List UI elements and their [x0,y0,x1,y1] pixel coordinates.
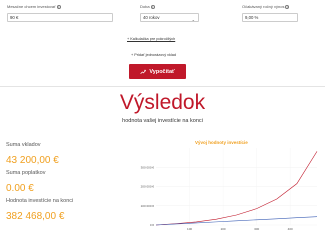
series-line-1 [155,216,318,226]
y-tick-label: 100 000 € [141,204,155,208]
x-tick-label: 200 [221,227,226,231]
x-tick-label: 400 [288,227,293,231]
x-tick-label: 100 [187,227,192,231]
y-tick-label: 0 € [150,223,155,227]
investment-growth-chart: 0 € 100 000 € 200 000 € 300 000 € 100 200 300 4… [141,148,318,231]
y-tick-label: 200 000 € [141,185,155,189]
series-line-0 [155,151,318,226]
y-tick-label: 300 000 € [141,165,155,169]
x-tick-label: 300 [254,227,259,231]
